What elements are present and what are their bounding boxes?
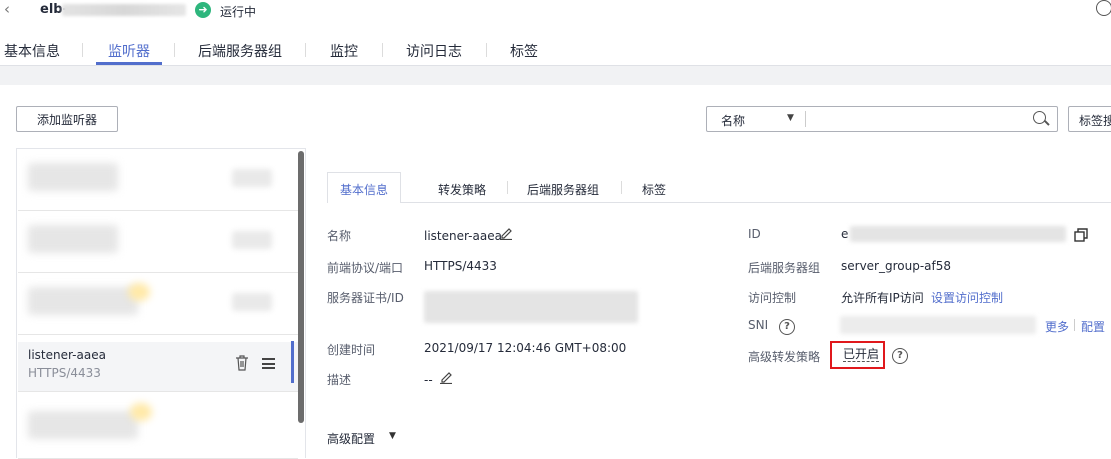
protocol-port-label: 前端协议/端口: [327, 261, 404, 275]
tab-tags[interactable]: 标签: [510, 41, 538, 61]
back-icon[interactable]: ‹: [4, 1, 16, 17]
redacted-sni: [840, 316, 1036, 334]
redacted-listener: [28, 287, 138, 315]
caret-down-icon[interactable]: ▼: [787, 113, 794, 123]
highlight-box: 已开启: [830, 341, 885, 369]
tab-divider: [174, 43, 175, 57]
sni-more-link[interactable]: 更多: [1045, 318, 1069, 335]
backend-group-label: 后端服务器组: [748, 261, 821, 275]
tag-search-button[interactable]: 标签搜: [1068, 106, 1111, 132]
list-item[interactable]: [18, 273, 298, 335]
description-label: 描述: [327, 373, 352, 387]
list-item-selected[interactable]: listener-aaea HTTPS/4433: [18, 342, 298, 392]
listener-protocol: HTTPS/4433: [28, 366, 101, 380]
tab-divider: [486, 43, 487, 57]
redacted-id: [850, 226, 1066, 242]
tab-listeners[interactable]: 监听器: [108, 41, 150, 61]
tab-divider: [305, 43, 306, 57]
edit-name-icon[interactable]: [500, 226, 512, 240]
redacted-listener: [28, 411, 138, 439]
sni-label: SNI: [748, 318, 769, 332]
id-value: e: [841, 227, 849, 241]
detail-tab-backend-groups[interactable]: 后端服务器组: [527, 181, 599, 198]
redacted-listener: [28, 163, 118, 191]
name-label: 名称: [327, 229, 352, 243]
list-item[interactable]: [18, 397, 298, 459]
detail-tabbar-divider: [327, 202, 1111, 203]
content-gap: [0, 66, 1111, 85]
trash-icon[interactable]: [235, 355, 249, 371]
search-icon[interactable]: [1033, 111, 1046, 124]
sni-help-icon[interactable]: ?: [779, 319, 795, 335]
search-field-select[interactable]: 名称: [721, 112, 745, 129]
menu-icon[interactable]: [262, 358, 275, 369]
listener-list: listener-aaea HTTPS/4433: [16, 148, 306, 459]
scrollbar[interactable]: [298, 151, 304, 423]
add-listener-button[interactable]: 添加监听器: [16, 106, 118, 132]
redacted-actions: [232, 293, 272, 311]
id-label: ID: [748, 227, 761, 241]
backend-group-value: server_group-af58: [841, 259, 952, 273]
tab-access-logs[interactable]: 访问日志: [406, 41, 462, 61]
listener-name: listener-aaea: [28, 348, 106, 362]
name-value: listener-aaea: [424, 229, 502, 243]
running-status-icon: ➜: [195, 2, 211, 18]
tab-backend-groups[interactable]: 后端服务器组: [198, 41, 282, 61]
chevron-down-icon[interactable]: ▼: [389, 431, 396, 441]
access-control-label: 访问控制: [748, 291, 797, 305]
redacted-highlight: [128, 283, 150, 301]
selected-item-indicator: [291, 341, 294, 383]
server-cert-label: 服务器证书/ID: [327, 291, 404, 305]
status-text: 运行中: [220, 5, 257, 19]
link-divider: [1074, 319, 1075, 331]
feedback-smile-icon[interactable]: [1096, 0, 1111, 16]
tab-divider: [82, 43, 83, 57]
description-value: --: [424, 373, 433, 387]
list-item[interactable]: [18, 211, 298, 273]
tab-divider: [621, 181, 622, 194]
created-time-label: 创建时间: [327, 343, 376, 357]
redacted-listener: [28, 225, 118, 253]
redacted-actions: [232, 231, 272, 249]
detail-tab-tags[interactable]: 标签: [642, 181, 666, 198]
tab-divider: [507, 181, 508, 194]
search-input[interactable]: 名称 ▼: [706, 106, 1058, 132]
created-time-value: 2021/09/17 12:04:46 GMT+08:00: [424, 341, 627, 355]
redacted-certificate: [424, 291, 638, 323]
protocol-port-value: HTTPS/4433: [424, 259, 497, 273]
advanced-forwarding-status[interactable]: 已开启: [843, 348, 880, 362]
sni-config-link[interactable]: 配置: [1081, 318, 1105, 335]
redacted-lb-name: [62, 4, 186, 16]
tab-divider: [382, 43, 383, 57]
advanced-forwarding-help-icon[interactable]: ?: [892, 348, 908, 364]
detail-tab-basic-info[interactable]: 基本信息: [340, 181, 388, 198]
redacted-highlight: [130, 403, 152, 421]
advanced-forwarding-label: 高级转发策略: [748, 350, 821, 364]
list-item[interactable]: [18, 149, 298, 211]
tab-monitoring[interactable]: 监控: [330, 41, 358, 61]
set-access-control-link[interactable]: 设置访问控制: [931, 289, 1003, 306]
search-divider: [805, 111, 806, 127]
access-control-value: 允许所有IP访问: [841, 291, 924, 305]
advanced-config-toggle[interactable]: 高级配置: [327, 430, 375, 447]
tab-basic-info[interactable]: 基本信息: [4, 41, 60, 61]
edit-description-icon[interactable]: [440, 370, 452, 384]
copy-icon[interactable]: [1074, 228, 1088, 242]
redacted-actions: [232, 169, 272, 187]
detail-tab-forwarding-policy[interactable]: 转发策略: [438, 181, 486, 198]
